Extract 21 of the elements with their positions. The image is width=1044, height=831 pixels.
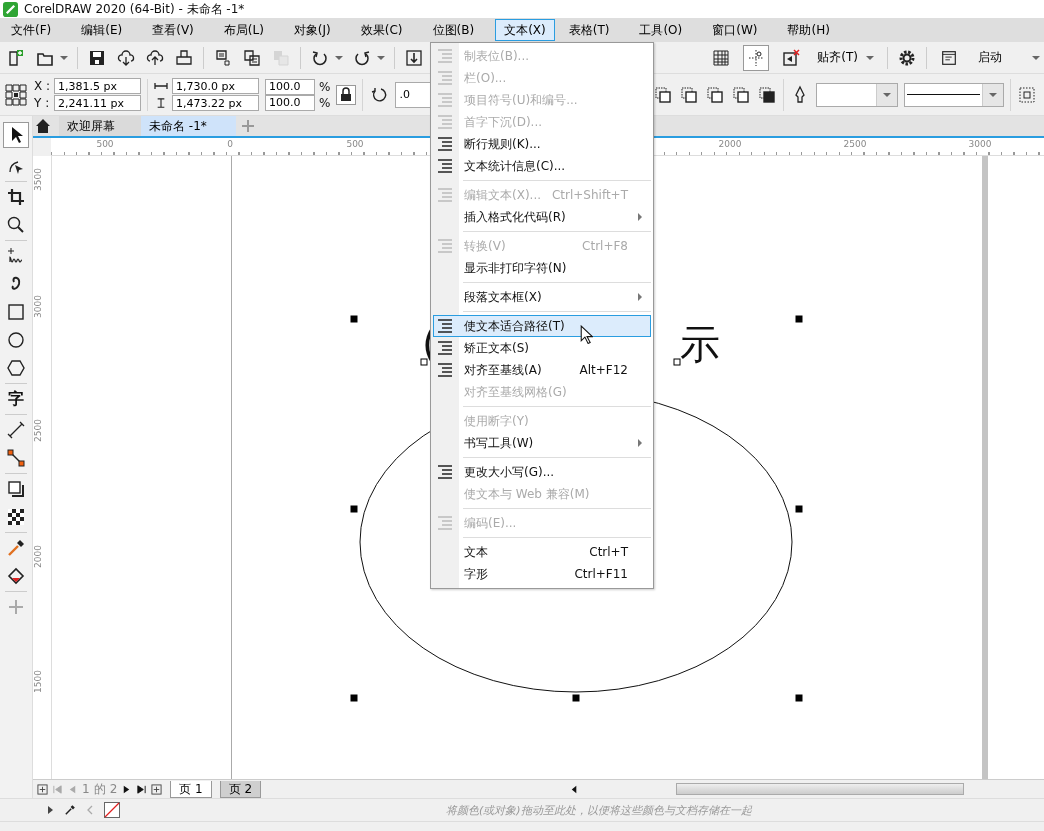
total-pages: 2 [109,782,118,796]
color-palette-hint: 将颜色(或对象)拖动至此处，以便将这些颜色与文档存储在一起 [446,802,752,818]
ruler-label: 3000 [968,139,992,149]
ruler-label: 500 [346,139,364,149]
ruler-label: 500 [96,139,114,149]
ruler-label: 2000 [718,139,742,149]
ruler-label: 3500 [33,168,43,191]
canvas-text: 示 [680,324,720,364]
window-title: CorelDRAW 2020 (64-Bit) - 未命名 -1* [24,0,245,18]
ruler-label: 2500 [33,419,43,442]
ruler-label: 2000 [33,545,43,568]
page-of-label: 的 [93,780,106,798]
ruler-label: 1500 [33,670,43,693]
percent-label: % [319,95,331,110]
y-label: Y : [34,96,51,110]
ruler-label: 0 [227,139,233,149]
ruler-label: 3000 [33,295,43,318]
percent-label: % [319,79,331,94]
ruler-label: 2500 [843,139,867,149]
x-label: X : [34,79,51,93]
current-page-number: 1 [82,782,90,796]
